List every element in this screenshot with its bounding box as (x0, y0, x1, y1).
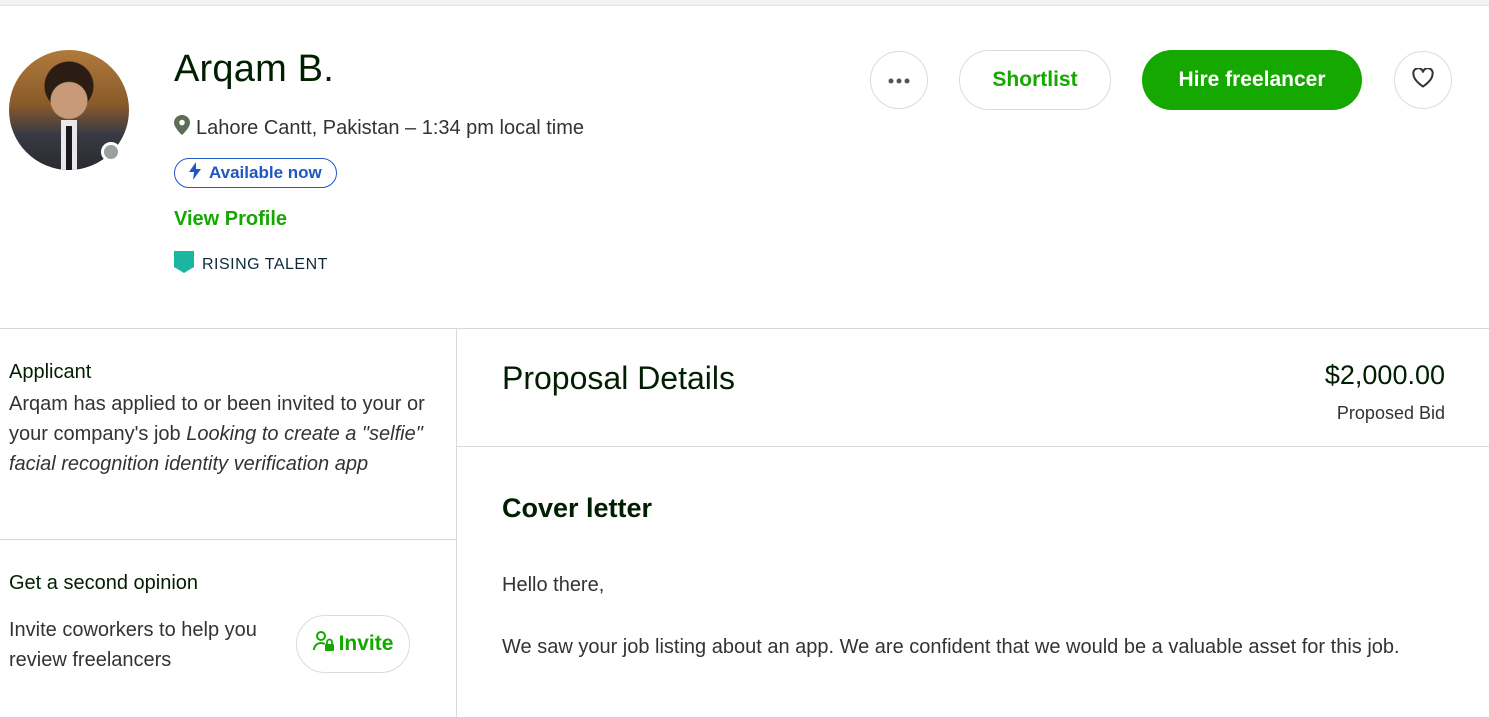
location-row: Lahore Cantt, Pakistan – 1:34 pm local t… (174, 115, 584, 141)
bid-amount: $2,000.00 (1324, 360, 1445, 390)
applicant-description: Arqam has applied to or been invited to … (9, 389, 429, 479)
available-now-badge: Available now (174, 158, 337, 188)
lightning-icon (189, 161, 201, 185)
avatar-tie (66, 126, 72, 170)
hire-freelancer-button[interactable]: Hire freelancer (1142, 50, 1362, 110)
rising-talent-badge-icon (174, 251, 194, 278)
location-text: Lahore Cantt, Pakistan – 1:34 pm local t… (196, 116, 584, 139)
invite-button[interactable]: Invite (296, 615, 410, 673)
view-profile-link[interactable]: View Profile (174, 208, 287, 231)
column-divider (456, 328, 457, 717)
cover-letter-body: We saw your job listing about an app. We… (502, 636, 1400, 658)
second-opinion-title: Get a second opinion (9, 572, 199, 594)
rising-talent-label: RISING TALENT (202, 255, 328, 273)
divider (0, 539, 456, 540)
freelancer-name: Arqam B. (174, 48, 334, 90)
location-pin-icon (174, 115, 190, 141)
top-border (0, 0, 1489, 6)
rising-talent-badge: RISING TALENT (174, 251, 328, 278)
divider (0, 328, 1489, 329)
more-options-button[interactable] (870, 51, 928, 109)
online-status-dot (101, 142, 121, 162)
cover-letter-title: Cover letter (502, 493, 653, 523)
more-dots-icon (888, 71, 910, 89)
invite-label: Invite (338, 632, 394, 655)
proposal-details-title: Proposal Details (502, 360, 735, 396)
save-favorite-button[interactable] (1394, 51, 1452, 109)
heart-icon (1412, 66, 1434, 93)
shortlist-button[interactable]: Shortlist (959, 50, 1111, 110)
second-opinion-text: Invite coworkers to help you review free… (9, 619, 257, 671)
user-lock-icon (312, 630, 335, 658)
cover-letter-greeting: Hello there, (502, 574, 605, 596)
available-text: Available now (209, 163, 322, 182)
applicant-title: Applicant (9, 361, 92, 383)
bid-label: Proposed Bid (1336, 403, 1445, 423)
divider (457, 446, 1489, 447)
